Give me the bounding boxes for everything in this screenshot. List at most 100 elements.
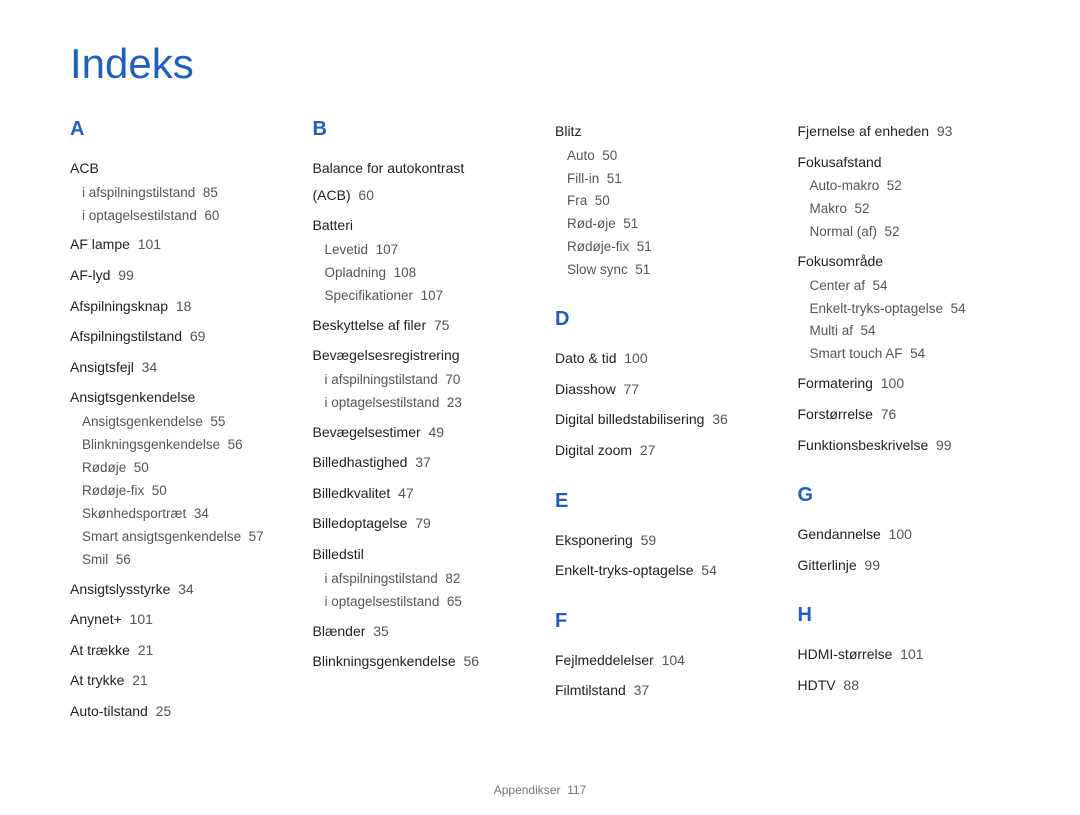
index-term: Billedoptagelse — [313, 515, 408, 531]
index-term-line: Billedkvalitet 47 — [313, 480, 526, 507]
index-entry: At trække 21 — [70, 637, 283, 664]
index-page-number: 85 — [203, 185, 218, 200]
index-term: Fokusområde — [798, 253, 884, 269]
index-subterm: Rødøje-fix — [567, 239, 629, 254]
index-term: Bevægelsestimer — [313, 424, 421, 440]
index-subentry: i optagelsestilstand 65 — [313, 591, 526, 614]
index-page-number: 37 — [634, 682, 650, 698]
index-subterm: i optagelsestilstand — [325, 594, 440, 609]
index-term-line: Billedhastighed 37 — [313, 449, 526, 476]
index-term-line: Fokusafstand — [798, 149, 1011, 176]
index-page-number: 34 — [142, 359, 158, 375]
index-page-number: 60 — [204, 208, 219, 223]
index-term: Batteri — [313, 217, 353, 233]
index-page-number: 55 — [210, 414, 225, 429]
index-term-line: Dato & tid 100 — [555, 345, 768, 372]
index-entry: Afspilningstilstand 69 — [70, 323, 283, 350]
index-page-number: 54 — [910, 346, 925, 361]
index-entry: Billedoptagelse 79 — [313, 510, 526, 537]
index-term-line: Diasshow 77 — [555, 376, 768, 403]
index-term: Blænder — [313, 623, 366, 639]
index-subterm: Auto-makro — [810, 178, 880, 193]
index-page-number: 49 — [428, 424, 444, 440]
column-4: Fjernelse af enheden 93FokusafstandAuto-… — [798, 118, 1011, 729]
letter-heading-b: B — [313, 118, 526, 141]
index-subterm: Fill-in — [567, 171, 599, 186]
index-term: HDTV — [798, 677, 836, 693]
letter-heading: F — [555, 610, 768, 633]
index-term-line: Balance for autokontrast (ACB) 60 — [313, 155, 526, 208]
index-subterm: Fra — [567, 193, 587, 208]
index-subentry: Skønhedsportræt 34 — [70, 503, 283, 526]
index-page-number: 99 — [118, 267, 134, 283]
index-term-line: Fokusområde — [798, 248, 1011, 275]
index-term: Digital zoom — [555, 442, 632, 458]
index-columns: A ACBi afspilningstilstand 85i optagelse… — [70, 118, 1010, 729]
index-entry: Blænder 35 — [313, 618, 526, 645]
index-page: Indeks A ACBi afspilningstilstand 85i op… — [0, 0, 1080, 815]
index-subentry: Enkelt-tryks-optagelse 54 — [798, 298, 1011, 321]
index-page-number: 101 — [130, 611, 153, 627]
index-entry: Forstørrelse 76 — [798, 401, 1011, 428]
index-term: Billedkvalitet — [313, 485, 391, 501]
index-page-number: 21 — [132, 672, 148, 688]
index-term-line: Anynet+ 101 — [70, 606, 283, 633]
index-entry: Anynet+ 101 — [70, 606, 283, 633]
index-term-line: Eksponering 59 — [555, 527, 768, 554]
index-term: Dato & tid — [555, 350, 616, 366]
index-page-number: 52 — [887, 178, 902, 193]
index-term-line: Billedoptagelse 79 — [313, 510, 526, 537]
index-page-number: 100 — [889, 526, 912, 542]
index-subterm: i optagelsestilstand — [325, 395, 440, 410]
index-entry: HDMI-størrelse 101 — [798, 641, 1011, 668]
index-entry: Blinkningsgenkendelse 56 — [313, 648, 526, 675]
index-entry: At trykke 21 — [70, 667, 283, 694]
index-entry: Gendannelse 100 — [798, 521, 1011, 548]
index-subentry: Multi af 54 — [798, 320, 1011, 343]
index-term: Fokusafstand — [798, 154, 882, 170]
index-page-number: 107 — [376, 242, 399, 257]
index-entry: Filmtilstand 37 — [555, 677, 768, 704]
index-subentry: Slow sync 51 — [555, 259, 768, 282]
index-entry: ACBi afspilningstilstand 85i optagelsest… — [70, 155, 283, 227]
letter-heading: H — [798, 604, 1011, 627]
index-term-line: Afspilningstilstand 69 — [70, 323, 283, 350]
index-subterm: Makro — [810, 201, 848, 216]
index-term-line: Digital billedstabilisering 36 — [555, 406, 768, 433]
index-term-line: Funktionsbeskrivelse 99 — [798, 432, 1011, 459]
index-term: Fejlmeddelelser — [555, 652, 654, 668]
index-term: Diasshow — [555, 381, 616, 397]
index-entry: Funktionsbeskrivelse 99 — [798, 432, 1011, 459]
index-term: Forstørrelse — [798, 406, 873, 422]
index-page-number: 36 — [712, 411, 728, 427]
footer-section: Appendikser — [494, 783, 561, 797]
index-entry: FokusområdeCenter af 54Enkelt-tryks-opta… — [798, 248, 1011, 366]
index-page-number: 60 — [358, 187, 374, 203]
index-term-line: At trykke 21 — [70, 667, 283, 694]
index-subterm: Ansigtsgenkendelse — [82, 414, 203, 429]
index-page-number: 51 — [635, 262, 650, 277]
index-term: Gendannelse — [798, 526, 881, 542]
index-subentry: i optagelsestilstand 23 — [313, 392, 526, 415]
index-term: AF-lyd — [70, 267, 110, 283]
index-page-number: 54 — [701, 562, 717, 578]
index-subterm: Rød-øje — [567, 216, 616, 231]
index-page-number: 51 — [637, 239, 652, 254]
index-subentry: Levetid 107 — [313, 239, 526, 262]
index-entry: Beskyttelse af filer 75 — [313, 312, 526, 339]
index-term-line: Afspilningsknap 18 — [70, 293, 283, 320]
index-term-line: Enkelt-tryks-optagelse 54 — [555, 557, 768, 584]
index-subentry: Rødøje-fix 51 — [555, 236, 768, 259]
index-term-line: Ansigtsfejl 34 — [70, 354, 283, 381]
index-term: Blitz — [555, 123, 581, 139]
index-page-number: 35 — [373, 623, 389, 639]
index-subentry: Opladning 108 — [313, 262, 526, 285]
index-page-number: 18 — [176, 298, 192, 314]
index-page-number: 54 — [861, 323, 876, 338]
index-subentry: Fra 50 — [555, 190, 768, 213]
index-term-line: Gitterlinje 99 — [798, 552, 1011, 579]
index-page-number: 99 — [936, 437, 952, 453]
index-subterm: Levetid — [325, 242, 369, 257]
index-page-number: 56 — [116, 552, 131, 567]
index-term: Blinkningsgenkendelse — [313, 653, 456, 669]
